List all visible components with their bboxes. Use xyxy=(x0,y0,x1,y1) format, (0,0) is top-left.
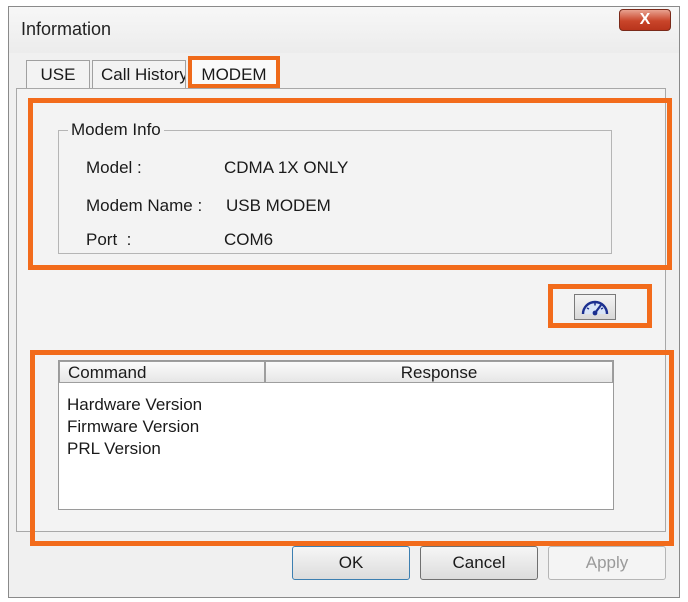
window-title: Information xyxy=(21,19,112,39)
highlight-command-list xyxy=(30,350,674,546)
tab-call-history[interactable]: Call History xyxy=(92,60,186,88)
cancel-button[interactable]: Cancel xyxy=(420,546,538,580)
tab-use[interactable]: USE xyxy=(26,60,90,88)
ok-button[interactable]: OK xyxy=(292,546,410,580)
apply-button[interactable]: Apply xyxy=(548,546,666,580)
tab-modem[interactable]: MODEM xyxy=(188,56,280,88)
close-icon: X xyxy=(639,11,651,28)
close-button[interactable]: X xyxy=(619,9,671,31)
highlight-modem-info xyxy=(28,98,672,270)
highlight-diagnostic-button xyxy=(548,284,652,328)
title-bar: Information X xyxy=(9,7,679,53)
